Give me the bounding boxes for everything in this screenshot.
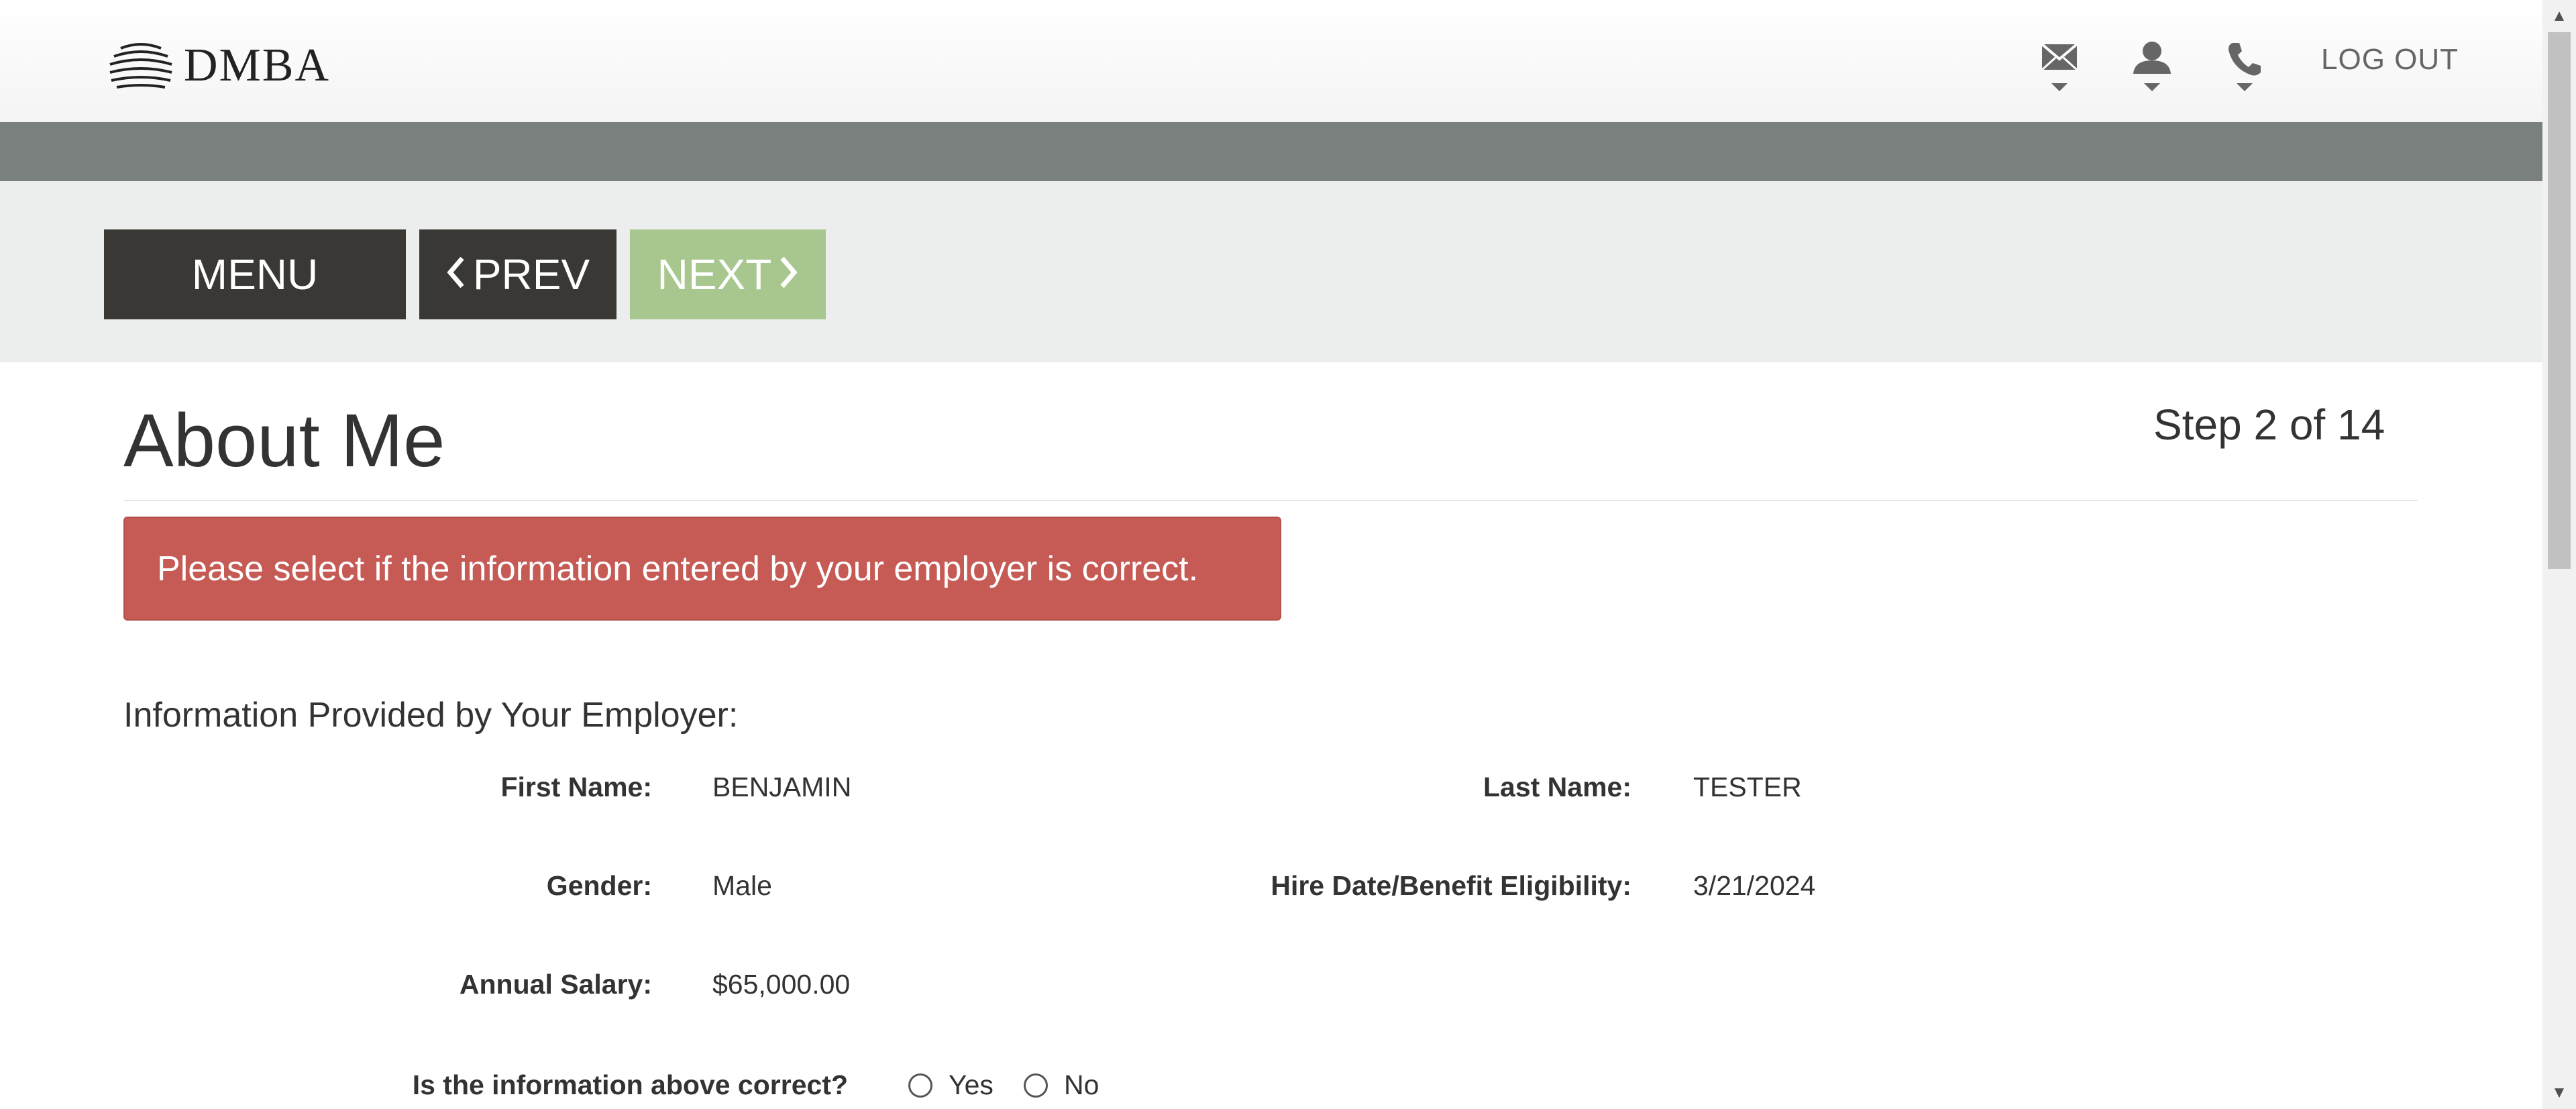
dmba-logo-icon [107, 38, 174, 95]
gender-value: Male [712, 870, 772, 901]
title-divider [123, 500, 2418, 501]
scrollbar-thumb[interactable] [2548, 32, 2571, 569]
vertical-scrollbar[interactable]: ▲ ▼ [2542, 0, 2576, 1109]
gender-label: Gender: [546, 870, 652, 901]
page: DMBA LOG OUT MENU PREV NEXT About Me Ste… [0, 0, 2542, 1109]
step-indicator: Step 2 of 14 [2153, 401, 2385, 449]
phone-icon[interactable] [2218, 39, 2271, 99]
menu-button[interactable]: MENU [104, 229, 406, 319]
hire-date-label: Hire Date/Benefit Eligibility: [1271, 870, 1631, 901]
top-header: DMBA LOG OUT [0, 0, 2542, 122]
logout-link[interactable]: LOG OUT [2321, 43, 2459, 76]
menu-button-label: MENU [191, 250, 319, 299]
first-name-value: BENJAMIN [712, 772, 852, 802]
last-name-value: TESTER [1693, 772, 1802, 802]
next-button[interactable]: NEXT [630, 229, 826, 319]
logo[interactable]: DMBA [107, 39, 330, 93]
chevron-right-icon [778, 250, 798, 299]
page-title: About Me [123, 399, 445, 482]
yes-radio-label[interactable]: Yes [949, 1069, 994, 1101]
first-name-label: First Name: [500, 772, 652, 802]
employer-info-heading: Information Provided by Your Employer: [123, 696, 739, 735]
nav-button-band: MENU PREV NEXT [0, 181, 2542, 362]
chevron-left-icon [446, 250, 466, 299]
scroll-up-arrow-icon[interactable]: ▲ [2542, 3, 2576, 30]
no-radio-label[interactable]: No [1064, 1069, 1099, 1101]
logo-text: DMBA [184, 40, 331, 91]
alert-message: Please select if the information entered… [157, 549, 1199, 588]
next-button-label: NEXT [657, 250, 772, 299]
yes-radio[interactable] [908, 1073, 932, 1098]
prev-button-label: PREV [472, 250, 590, 299]
prev-button[interactable]: PREV [419, 229, 616, 319]
confirm-question: Is the information above correct? [412, 1069, 848, 1100]
grey-divider-bar [0, 122, 2542, 181]
scroll-down-arrow-icon[interactable]: ▼ [2542, 1079, 2576, 1106]
salary-label: Annual Salary: [459, 969, 652, 1000]
hire-date-value: 3/21/2024 [1693, 870, 1816, 901]
error-alert: Please select if the information entered… [123, 517, 1281, 621]
user-icon[interactable] [2125, 39, 2179, 99]
last-name-label: Last Name: [1483, 772, 1631, 802]
mail-icon[interactable] [2033, 39, 2086, 99]
salary-value: $65,000.00 [712, 969, 851, 1000]
no-radio[interactable] [1024, 1073, 1048, 1098]
